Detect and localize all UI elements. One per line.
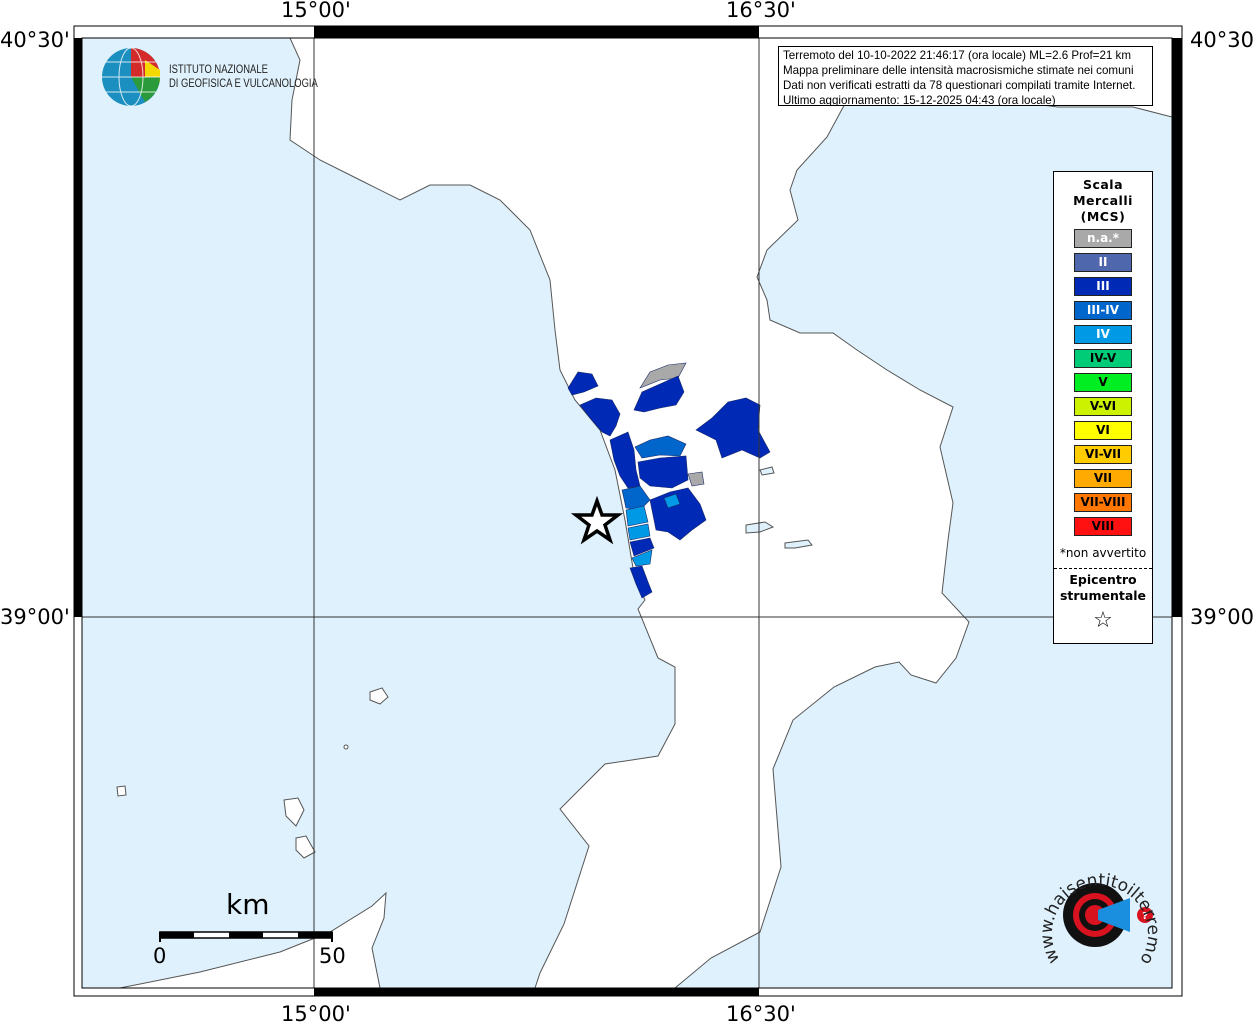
lon-tick-label: 16°30' [726,1002,796,1026]
legend-item: II [1074,253,1132,272]
ingv-logo-text: ISTITUTO NAZIONALE DI GEOFISICA E VULCAN… [169,63,318,91]
legend-item: III-IV [1074,301,1132,320]
legend-item: III [1074,277,1132,296]
legend-item: IV [1074,325,1132,344]
legend-item: n.a.* [1074,229,1132,248]
legend-title-line: Scala [1082,177,1124,192]
info-line: Terremoto del 10-10-2022 21:46:17 (ora l… [783,49,1132,62]
legend-item: V-VI [1074,397,1132,416]
legend-item: VIII [1074,517,1132,536]
info-line: Dati non verificati estratti da 78 quest… [783,79,1136,92]
ingv-logo-icon [102,47,160,107]
legend-divider [1054,568,1152,569]
earthquake-info-box: Terremoto del 10-10-2022 21:46:17 (ora l… [778,46,1153,106]
ingv-line2: DI GEOFISICA E VULCANOLOGIA [169,78,318,90]
info-line: Mappa preliminare delle intensità macros… [783,64,1134,77]
legend-note: *non avvertito [1059,546,1147,560]
info-line: Ultimo aggiornamento: 15-12-2025 04:43 (… [783,94,1056,106]
legend-item: V [1074,373,1132,392]
legend-title: Scala Mercalli (MCS) [1054,177,1152,225]
scale-end: 50 [319,944,346,968]
lon-tick-label: 15°00' [281,1002,351,1026]
mercalli-legend: Scala Mercalli (MCS) n.a.* II III III-IV IV I… [1053,171,1153,644]
lat-tick-label: 40°30' [0,28,70,52]
legend-item: VII [1074,469,1132,488]
legend-title-line: Mercalli [1073,193,1133,208]
legend-item: VI-VII [1074,445,1132,464]
lat-tick-label: 39°00' [1190,605,1255,629]
lat-tick-label: 39°00' [0,605,70,629]
legend-item: VI [1074,421,1132,440]
scale-unit: km [226,888,270,921]
legend-title-line: (MCS) [1080,209,1126,224]
lon-tick-label: 15°00' [281,0,351,22]
lon-tick-label: 16°30' [726,0,796,22]
epicenter-label-line: strumentale [1059,588,1147,603]
epicenter-label-line: Epicentro [1069,572,1137,587]
legend-item: VII-VIII [1074,493,1132,512]
epicenter-legend-label: Epicentro strumentale [1054,572,1152,604]
legend-item: IV-V [1074,349,1132,368]
epicenter-star-icon: ☆ [1093,608,1113,633]
ingv-line1: ISTITUTO NAZIONALE [169,64,268,76]
scale-start: 0 [153,944,167,968]
lat-tick-label: 40°30' [1190,28,1255,52]
